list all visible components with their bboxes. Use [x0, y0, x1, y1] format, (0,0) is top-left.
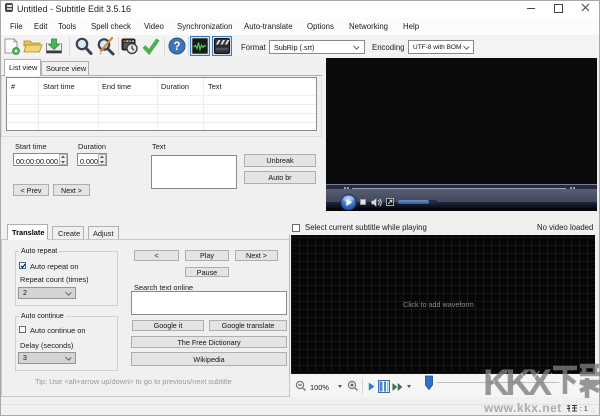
- svg-text:KKX: KKX: [485, 362, 552, 400]
- svg-text:?: ?: [173, 41, 180, 53]
- svg-text:.:: .:: [591, 408, 595, 414]
- svg-text:: 1: : 1: [580, 406, 588, 413]
